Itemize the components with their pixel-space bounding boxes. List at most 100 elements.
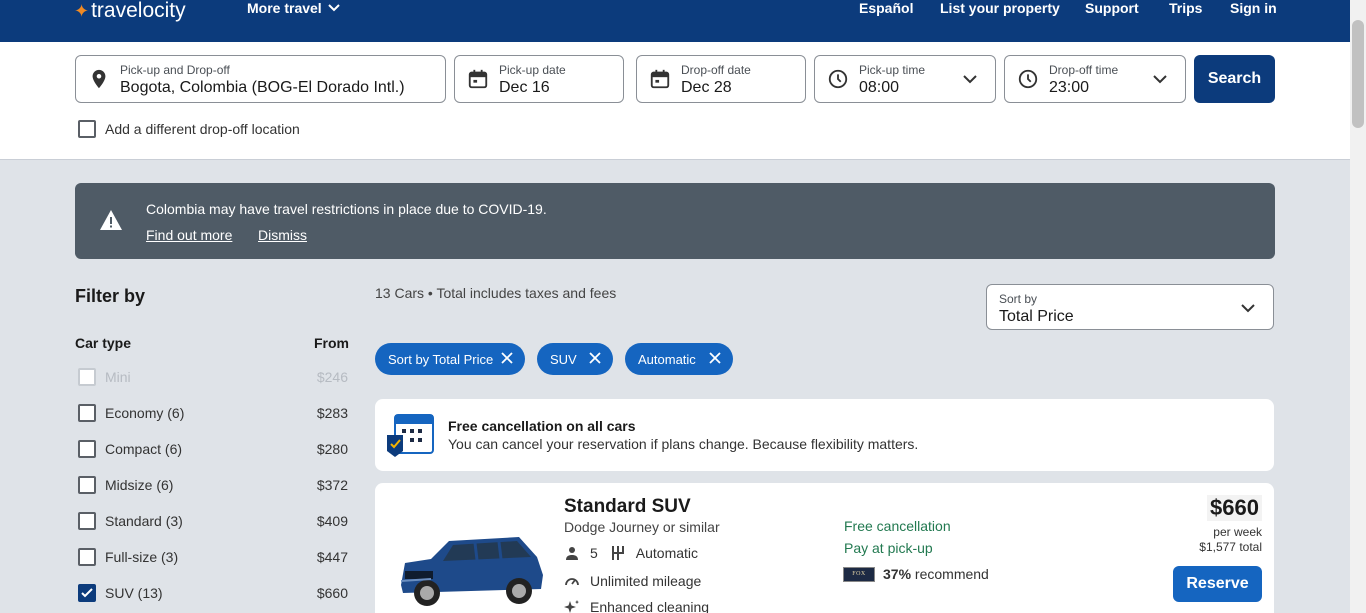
filter-checkbox[interactable] — [78, 512, 96, 530]
checkmark-icon — [81, 588, 93, 598]
chip-suv[interactable]: SUV — [537, 343, 613, 375]
filter-car-type-midsize[interactable]: Midsize (6) $372 — [78, 475, 348, 495]
filter-price: $409 — [316, 513, 348, 529]
location-label: Pick-up and Drop-off — [120, 63, 230, 77]
price-per-week: per week — [1213, 525, 1262, 539]
logo-text: travelocity — [91, 0, 186, 22]
filter-title: Filter by — [75, 286, 146, 306]
filter-checkbox[interactable] — [78, 404, 96, 422]
filter-label: Economy (6) — [105, 405, 185, 421]
sort-value: Total Price — [999, 308, 1074, 325]
car-result-card[interactable]: Standard SUV Dodge Journey or similar 5 … — [375, 483, 1274, 613]
nav-list-your-property[interactable]: List your property — [940, 0, 1060, 16]
filter-price: $660 — [316, 585, 348, 601]
filter-label: Full-size (3) — [105, 549, 179, 565]
dropoff-time-value: 23:00 — [1049, 79, 1090, 96]
mileage-row: Unlimited mileage — [564, 573, 701, 589]
free-cancellation-text: Free cancellation — [844, 518, 951, 534]
close-icon[interactable] — [501, 352, 513, 364]
search-form: Pick-up and Drop-off Bogota, Colombia (B… — [0, 42, 1350, 160]
filter-price: $372 — [316, 477, 348, 493]
filter-car-type-economy[interactable]: Economy (6) $283 — [78, 403, 348, 423]
cleaning-row: Enhanced cleaning — [564, 599, 709, 613]
filter-price: $280 — [316, 441, 348, 457]
filter-price: $447 — [316, 549, 348, 565]
filter-price: $246 — [316, 369, 348, 385]
filter-car-type-full-size[interactable]: Full-size (3) $447 — [78, 547, 348, 567]
different-dropoff-label: Add a different drop-off location — [105, 121, 300, 137]
location-value: Bogota, Colombia (BOG-El Dorado Intl.) — [120, 79, 405, 96]
recommend-label: recommend — [914, 566, 989, 582]
car-features-row: 5 Automatic — [564, 545, 698, 561]
sort-select[interactable]: Sort by Total Price — [986, 284, 1274, 330]
gear-shift-icon — [611, 546, 624, 560]
filter-car-type-standard[interactable]: Standard (3) $409 — [78, 511, 348, 531]
dropoff-date-field[interactable]: Drop-off date Dec 28 — [636, 55, 806, 103]
recommend-percent: 37% — [883, 566, 912, 582]
person-icon — [566, 547, 578, 560]
car-image — [400, 537, 543, 606]
top-header: ✦ travelocity More travel Español List y… — [0, 0, 1366, 42]
nav-support[interactable]: Support — [1085, 0, 1139, 16]
filter-checkbox-checked[interactable] — [78, 584, 96, 602]
location-field[interactable]: Pick-up and Drop-off Bogota, Colombia (B… — [75, 55, 446, 103]
banner-title: Free cancellation on all cars — [448, 418, 636, 434]
filter-car-type-suv[interactable]: SUV (13) $660 — [78, 583, 348, 603]
transmission: Automatic — [635, 545, 699, 561]
chip-automatic[interactable]: Automatic — [625, 343, 733, 375]
filter-price: $283 — [316, 405, 348, 421]
dropoff-date-value: Dec 28 — [681, 79, 732, 96]
vendor-logo: FOX — [843, 566, 875, 582]
more-travel-menu[interactable]: More travel — [247, 0, 340, 16]
filter-car-type-mini: Mini $246 — [78, 367, 348, 387]
different-dropoff-checkbox[interactable] — [78, 120, 96, 138]
filter-label: Mini — [105, 369, 131, 385]
search-button[interactable]: Search — [1194, 55, 1275, 103]
pickup-date-label: Pick-up date — [499, 63, 566, 77]
close-icon[interactable] — [589, 352, 601, 364]
reserve-button[interactable]: Reserve — [1173, 566, 1262, 602]
filter-checkbox — [78, 368, 96, 386]
filter-label: Midsize (6) — [105, 477, 174, 493]
dismiss-link[interactable]: Dismiss — [258, 227, 307, 243]
filter-label: Compact (6) — [105, 441, 183, 457]
calendar-check-icon — [387, 414, 434, 457]
close-icon[interactable] — [709, 352, 721, 364]
pay-at-pickup-text: Pay at pick-up — [844, 540, 933, 556]
warning-icon — [100, 210, 122, 230]
seat-count: 5 — [590, 545, 598, 561]
chip-label: Sort by Total Price — [388, 351, 494, 367]
travelocity-logo[interactable]: ✦ travelocity — [74, 0, 186, 22]
nav-sign-in[interactable]: Sign in — [1230, 0, 1277, 16]
sort-label: Sort by — [999, 292, 1038, 306]
from-header: From — [314, 335, 349, 351]
dropoff-time-select[interactable]: Drop-off time 23:00 — [1004, 55, 1186, 103]
sparkle-icon — [564, 600, 579, 613]
filter-checkbox[interactable] — [78, 476, 96, 494]
calendar-icon — [650, 69, 670, 89]
pickup-time-label: Pick-up time — [859, 63, 926, 77]
nav-trips[interactable]: Trips — [1169, 0, 1202, 16]
scrollbar-thumb[interactable] — [1352, 20, 1364, 128]
free-cancellation-banner: Free cancellation on all cars You can ca… — [375, 399, 1274, 471]
different-dropoff-option[interactable]: Add a different drop-off location — [78, 120, 300, 138]
page-scrollbar[interactable] — [1350, 0, 1366, 613]
chevron-down-icon — [327, 4, 340, 12]
filter-checkbox[interactable] — [78, 440, 96, 458]
find-out-more-link[interactable]: Find out more — [146, 227, 232, 243]
dropoff-time-label: Drop-off time — [1049, 63, 1119, 77]
pickup-date-field[interactable]: Pick-up date Dec 16 — [454, 55, 624, 103]
filter-car-type-compact[interactable]: Compact (6) $280 — [78, 439, 348, 459]
car-price: $660 — [1207, 495, 1262, 521]
recommend-row: FOX 37% recommend — [843, 566, 989, 582]
filter-checkbox[interactable] — [78, 548, 96, 566]
logo-star-icon: ✦ — [74, 0, 90, 21]
pickup-time-select[interactable]: Pick-up time 08:00 — [814, 55, 996, 103]
enhanced-cleaning: Enhanced cleaning — [590, 599, 710, 613]
nav-espanol[interactable]: Español — [859, 0, 913, 16]
calendar-icon — [468, 69, 488, 89]
map-pin-icon — [92, 69, 106, 89]
chevron-down-icon — [963, 75, 977, 84]
chip-sort-by-total-price[interactable]: Sort by Total Price — [375, 343, 525, 375]
price-total: $1,577 total — [1199, 540, 1262, 554]
